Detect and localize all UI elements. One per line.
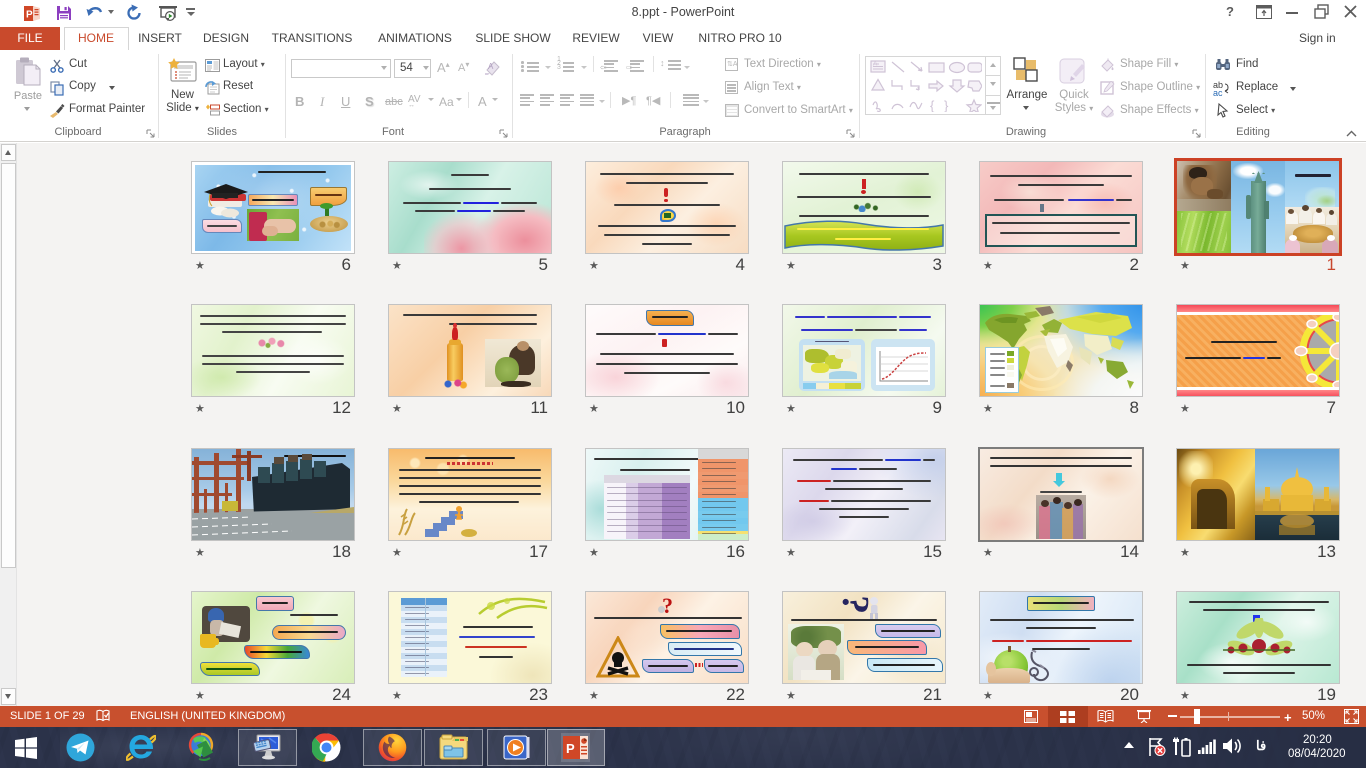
svg-text:A: A [873,62,877,68]
svg-text:{: { [930,98,935,112]
svg-text:}: } [944,98,949,112]
svg-text:A: A [488,62,494,71]
svg-text:P: P [566,741,575,756]
svg-text:ac: ac [1213,88,1223,96]
